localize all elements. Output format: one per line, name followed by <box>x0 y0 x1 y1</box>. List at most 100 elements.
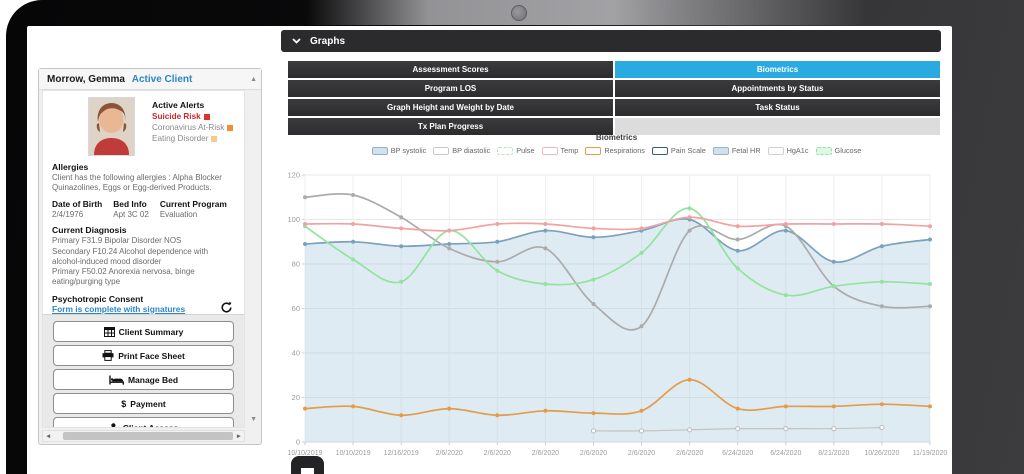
scroll-left-icon[interactable]: ◄ <box>45 433 51 440</box>
svg-text:2/6/2020: 2/6/2020 <box>628 450 655 457</box>
client-photo <box>88 97 135 156</box>
legend-swatch-icon <box>371 146 388 155</box>
tab-program-los[interactable]: Program LOS <box>288 80 613 97</box>
legend-swatch-icon <box>585 146 602 155</box>
tab-assessment-scores[interactable]: Assessment Scores <box>288 61 613 78</box>
alert-square-icon <box>203 113 210 120</box>
alert-coronavirus-at-risk: Coronavirus At-Risk <box>152 123 234 132</box>
refresh-icon[interactable] <box>220 301 233 314</box>
svg-text:2/6/2020: 2/6/2020 <box>676 450 703 457</box>
diagnosis-line: Secondary F10.24 Alcohol dependence with… <box>52 246 209 266</box>
svg-text:12/16/2019: 12/16/2019 <box>384 450 419 457</box>
page: Morrow, Gemma Active Client ▲ ▼ Active A… <box>0 0 1024 474</box>
client-status-badge[interactable]: Active Client <box>132 74 193 85</box>
svg-text:100: 100 <box>287 215 300 224</box>
legend-pain-scale[interactable]: Pain Scale <box>651 146 706 155</box>
printer-icon <box>102 350 114 361</box>
floating-action-button[interactable] <box>291 456 324 474</box>
info-current-program: Current Program Evaluation <box>159 199 227 220</box>
legend-swatch-icon <box>712 146 729 155</box>
svg-text:2/6/2020: 2/6/2020 <box>532 450 559 457</box>
svg-text:2/6/2020: 2/6/2020 <box>436 450 463 457</box>
svg-text:10/10/2019: 10/10/2019 <box>336 450 371 457</box>
svg-text:10/26/2020: 10/26/2020 <box>864 450 899 457</box>
legend-bp-systolic[interactable]: BP systolic <box>371 146 426 155</box>
horizontal-scrollbar[interactable]: ◄ ► <box>42 430 245 442</box>
payment-button[interactable]: $ Payment <box>53 393 234 414</box>
svg-text:0: 0 <box>296 438 300 447</box>
info-date-of-birth: Date of Birth 2/4/1976 <box>52 199 103 220</box>
chart-title: Biometrics <box>595 133 638 142</box>
svg-text:8/21/2020: 8/21/2020 <box>818 450 849 457</box>
svg-text:80: 80 <box>292 260 300 269</box>
bed-icon <box>109 375 124 385</box>
diagnosis-line: Primary F50.02 Anorexia nervosa, binge e… <box>52 267 195 287</box>
diagnosis-title: Current Diagnosis <box>52 225 127 236</box>
legend-swatch-icon <box>815 146 832 155</box>
graph-tabs: Assessment Scores Biometrics Program LOS Ap… <box>288 61 940 135</box>
svg-text:6/24/2020: 6/24/2020 <box>770 450 801 457</box>
client-name: Morrow, Gemma <box>47 74 125 85</box>
legend-swatch-icon <box>541 146 558 155</box>
client-summary-button[interactable]: Client Summary <box>53 321 234 342</box>
graphs-panel-header[interactable]: Graphs <box>281 30 941 52</box>
diagnosis-line: Primary F31.9 Bipolar Disorder NOS <box>52 236 182 246</box>
svg-text:120: 120 <box>287 171 300 180</box>
graphs-panel-title: Graphs <box>310 35 346 47</box>
alert-square-icon <box>227 124 234 131</box>
tablet-top-edge <box>306 0 866 25</box>
svg-text:6/24/2020: 6/24/2020 <box>722 450 753 457</box>
alert-eating-disorder: Eating Disorder <box>152 134 233 143</box>
print-face-sheet-button[interactable]: Print Face Sheet <box>53 345 234 366</box>
client-info-row: Date of Birth 2/4/1976 Bed Info Apt 3C 02 Cu… <box>52 199 235 219</box>
person-icon <box>109 422 119 427</box>
legend-pulse[interactable]: Pulse <box>497 146 535 155</box>
tab-task-status[interactable]: Task Status <box>615 99 940 116</box>
legend-bp-diastolic[interactable]: BP diastolic <box>433 146 490 155</box>
legend-swatch-icon <box>651 146 668 155</box>
tablet-camera-dot <box>511 5 527 21</box>
client-card-body: Active Alerts Suicide Risk Coronavirus At… <box>42 90 245 428</box>
svg-text:40: 40 <box>292 349 300 358</box>
scroll-right-icon[interactable]: ► <box>236 433 242 440</box>
scroll-up-icon[interactable]: ▲ <box>250 76 257 83</box>
tab-graph-height-and-weight-by-date[interactable]: Graph Height and Weight by Date <box>288 99 613 116</box>
legend-fetal-hr[interactable]: Fetal HR <box>712 146 761 155</box>
legend-swatch-icon <box>433 146 450 155</box>
grid-icon <box>103 326 115 337</box>
active-alerts: Active Alerts Suicide Risk Coronavirus At… <box>152 97 234 156</box>
chart-legend: BP systolic BP diastolic Pulse Temp Respirat… <box>283 146 950 155</box>
alert-square-icon <box>211 135 218 142</box>
tab-appointments-by-status[interactable]: Appointments by Status <box>615 80 940 97</box>
consent-title: Psychotropic Consent <box>52 293 144 304</box>
app-screen: Morrow, Gemma Active Client ▲ ▼ Active A… <box>27 26 952 474</box>
biometrics-chart: Biometrics BP systolic BP diastolic Pulse T… <box>283 133 950 474</box>
scrollbar-thumb[interactable] <box>63 432 233 440</box>
tab-biometrics[interactable]: Biometrics <box>615 61 940 78</box>
diagnosis-list: Primary F31.9 Bipolar Disorder NOS Second… <box>52 236 235 287</box>
floating-action-glyph <box>301 468 314 474</box>
svg-text:60: 60 <box>292 304 300 313</box>
tablet-frame: Morrow, Gemma Active Client ▲ ▼ Active A… <box>6 0 1024 474</box>
svg-text:2/6/2020: 2/6/2020 <box>580 450 607 457</box>
active-alerts-title: Active Alerts <box>152 100 205 110</box>
chart-plot-area: 02040608010012010/10/2019 10/10/2019 12/16… <box>287 171 947 458</box>
info-bed-info: Bed Info Apt 3C 02 <box>113 199 149 220</box>
svg-text:2/6/2020: 2/6/2020 <box>484 450 511 457</box>
legend-temp[interactable]: Temp <box>541 146 578 155</box>
chevron-down-icon <box>292 38 301 44</box>
allergies-title: Allergies <box>52 162 89 172</box>
allergies-text: Client has the following allergies : Alp… <box>52 173 222 193</box>
legend-hga1c[interactable]: HgA1c <box>767 146 809 155</box>
manage-bed-button[interactable]: Manage Bed <box>53 369 234 390</box>
scroll-down-icon[interactable]: ▼ <box>250 416 257 423</box>
client-summary-card: Morrow, Gemma Active Client ▲ ▼ Active A… <box>38 68 262 445</box>
legend-glucose[interactable]: Glucose <box>815 146 861 155</box>
consent-link[interactable]: Form is complete with signatures <box>52 304 185 314</box>
legend-respirations[interactable]: Respirations <box>585 146 645 155</box>
client-access-button[interactable]: Client Access <box>53 417 234 427</box>
legend-swatch-icon <box>497 146 514 155</box>
svg-text:20: 20 <box>292 393 300 402</box>
alert-suicide-risk: Suicide Risk <box>152 112 233 121</box>
client-card-header: Morrow, Gemma Active Client <box>39 69 261 90</box>
